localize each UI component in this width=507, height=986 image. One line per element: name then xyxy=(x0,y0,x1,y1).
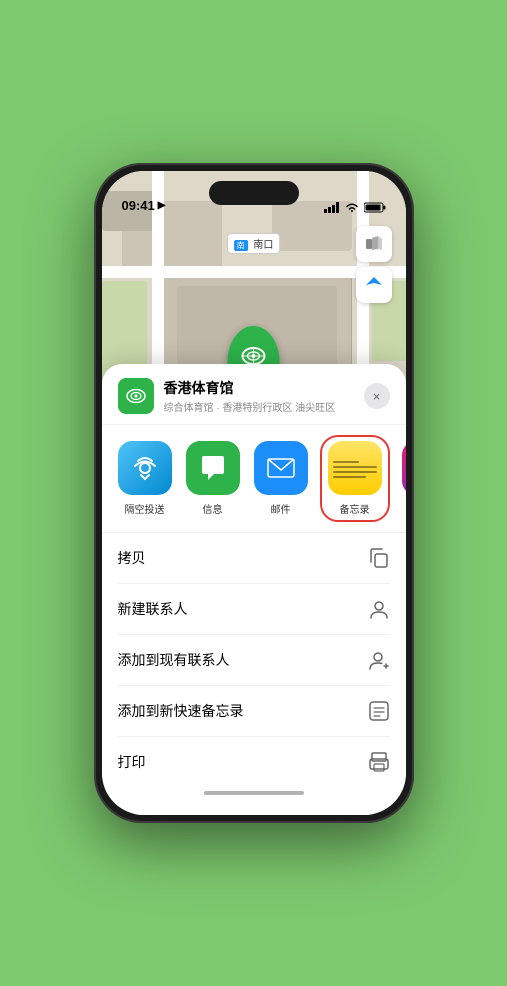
share-item-message[interactable]: 信息 xyxy=(186,441,240,516)
action-add-existing[interactable]: 添加到现有联系人 xyxy=(118,635,390,686)
map-controls xyxy=(356,226,392,303)
more-grid xyxy=(402,441,406,468)
close-button[interactable]: × xyxy=(364,383,390,409)
message-icon xyxy=(186,441,240,495)
copy-label: 拷贝 xyxy=(118,548,146,568)
add-existing-icon xyxy=(368,649,390,671)
location-subtitle: 综合体育馆 · 香港特别行政区 油尖旺区 xyxy=(164,399,354,414)
add-existing-label: 添加到现有联系人 xyxy=(118,650,230,670)
location-arrow-icon xyxy=(365,276,383,294)
action-list: 拷贝 新建联系人 添加到现有联系人 xyxy=(102,533,406,787)
location-info: 香港体育馆 综合体育馆 · 香港特别行政区 油尖旺区 xyxy=(164,378,354,414)
share-item-airdrop[interactable]: 隔空投送 xyxy=(118,441,172,516)
copy-icon xyxy=(368,547,390,569)
message-label: 信息 xyxy=(203,501,223,516)
mail-label: 邮件 xyxy=(271,501,291,516)
action-add-notes[interactable]: 添加到新快速备忘录 xyxy=(118,686,390,737)
wifi-icon xyxy=(345,202,359,213)
location-icon xyxy=(118,378,154,414)
phone-screen: 09:41 ▶ xyxy=(102,171,406,815)
new-contact-label: 新建联系人 xyxy=(118,599,188,619)
message-symbol xyxy=(198,454,228,482)
share-item-more[interactable]: 提 xyxy=(402,441,406,516)
location-name: 香港体育馆 xyxy=(164,378,354,398)
action-new-contact[interactable]: 新建联系人 xyxy=(118,584,390,635)
status-icons xyxy=(324,202,386,213)
action-copy[interactable]: 拷贝 xyxy=(118,533,390,584)
home-indicator xyxy=(102,787,406,795)
battery-icon xyxy=(364,202,386,213)
location-header: 香港体育馆 综合体育馆 · 香港特别行政区 油尖旺区 × xyxy=(102,364,406,425)
add-notes-label: 添加到新快速备忘录 xyxy=(118,701,244,721)
map-entrance-label: 南 南口 xyxy=(227,233,281,254)
more-icon xyxy=(402,441,406,495)
share-item-mail[interactable]: 邮件 xyxy=(254,441,308,516)
phone-frame: 09:41 ▶ xyxy=(94,163,414,823)
airdrop-icon xyxy=(118,441,172,495)
notes-label: 备忘录 xyxy=(340,501,370,516)
notes-icon xyxy=(328,441,382,495)
share-row: 隔空投送 信息 xyxy=(102,425,406,533)
location-arrow-icon: ▶ xyxy=(158,200,166,211)
signal-icon xyxy=(324,202,340,213)
print-label: 打印 xyxy=(118,752,146,772)
quick-note-icon xyxy=(368,700,390,722)
map-type-button[interactable] xyxy=(356,226,392,262)
airdrop-symbol xyxy=(131,454,159,482)
bottom-sheet: 香港体育馆 综合体育馆 · 香港特别行政区 油尖旺区 × xyxy=(102,364,406,815)
print-icon xyxy=(368,751,390,773)
venue-icon xyxy=(125,385,147,407)
location-button[interactable] xyxy=(356,267,392,303)
dynamic-island xyxy=(209,181,299,205)
status-time: 09:41 ▶ xyxy=(122,198,166,213)
airdrop-label: 隔空投送 xyxy=(125,501,165,516)
share-item-notes[interactable]: 备忘录 xyxy=(322,437,388,520)
action-print[interactable]: 打印 xyxy=(118,737,390,787)
new-contact-icon xyxy=(368,598,390,620)
notes-lines xyxy=(328,455,382,482)
home-bar xyxy=(204,791,304,795)
mail-symbol xyxy=(266,456,296,480)
map-type-icon xyxy=(364,234,384,254)
mail-icon xyxy=(254,441,308,495)
